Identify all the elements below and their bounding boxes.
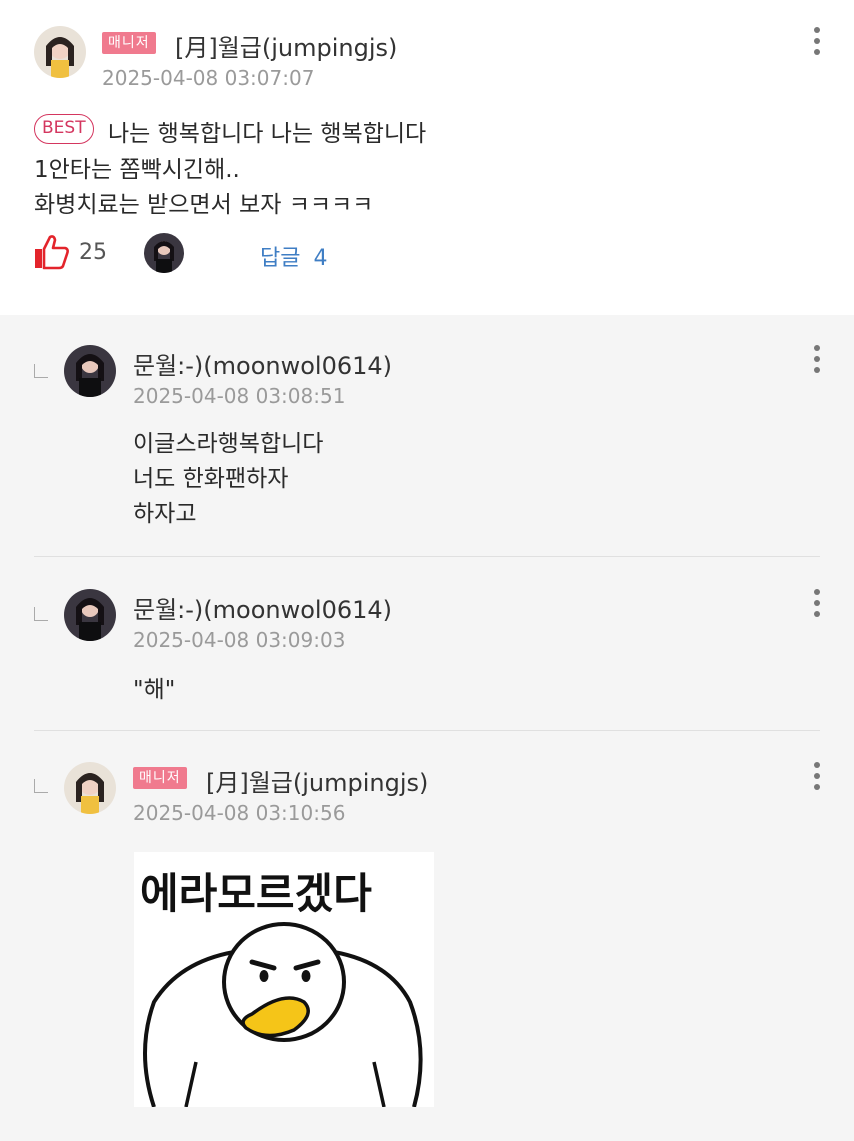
more-options-icon[interactable] (811, 589, 823, 623)
reply-indicator-icon (34, 364, 48, 378)
manager-badge: 매니저 (102, 32, 156, 54)
divider (34, 556, 820, 557)
like-count: 25 (79, 240, 107, 265)
more-options-icon[interactable] (811, 762, 823, 796)
avatar[interactable] (34, 26, 86, 78)
avatar[interactable] (64, 589, 116, 641)
reply-link[interactable]: 답글 4 (260, 240, 327, 272)
author-name[interactable]: [月]월급(jumpingjs) (206, 763, 428, 798)
avatar[interactable] (64, 345, 116, 397)
divider (34, 730, 820, 731)
comment-date: 2025-04-08 03:09:03 (133, 628, 346, 652)
avatar[interactable] (64, 762, 116, 814)
thumbs-up-icon[interactable] (32, 234, 70, 270)
reply-indicator-icon (34, 607, 48, 621)
author-name[interactable]: 문월:-)(moonwol0614) (133, 346, 392, 381)
comment-text-line: 1안타는 쫌빡시긴해.. (34, 157, 240, 183)
more-options-icon[interactable] (811, 27, 823, 61)
comment-date: 2025-04-08 03:07:07 (102, 66, 315, 90)
sticker-caption: 에라모르겠다 (140, 869, 372, 918)
best-comment: 매니저 [月]월급(jumpingjs) 2025-04-08 03:07:07… (0, 0, 854, 315)
manager-badge: 매니저 (133, 767, 187, 789)
best-badge: BEST (34, 114, 94, 144)
comment-text-line: 화병치료는 받으면서 보자 ㅋㅋㅋㅋ (34, 192, 374, 218)
comment-text-line: 하자고 (133, 501, 197, 527)
comment-date: 2025-04-08 03:08:51 (133, 384, 346, 408)
more-options-icon[interactable] (811, 345, 823, 379)
author-name[interactable]: 문월:-)(moonwol0614) (133, 590, 392, 625)
reply-label: 답글 (260, 246, 301, 271)
comment-text-line: 나는 행복합니다 나는 행복합니다 (108, 121, 427, 147)
duck-sticker-image[interactable]: 에라모르겠다 (134, 852, 434, 1107)
comment-text-line: "해" (133, 677, 176, 703)
comment-text-line: 이글스라행복합니다 (133, 431, 324, 457)
comment-text-line: 너도 한화팬하자 (133, 466, 289, 492)
reply-count: 4 (313, 246, 328, 271)
author-name[interactable]: [月]월급(jumpingjs) (175, 28, 397, 63)
comment-date: 2025-04-08 03:10:56 (133, 801, 346, 825)
reply-indicator-icon (34, 779, 48, 793)
replier-avatar (144, 233, 184, 273)
